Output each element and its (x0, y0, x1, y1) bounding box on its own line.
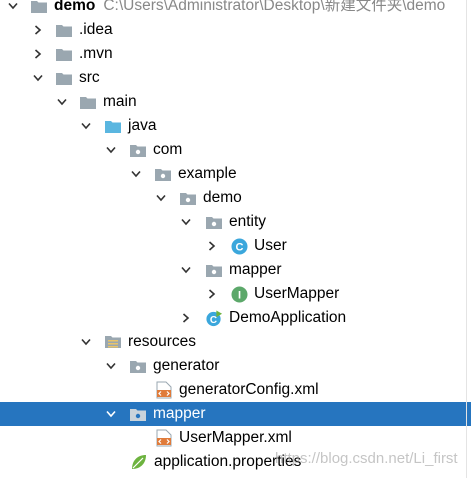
chevron-right-icon[interactable] (31, 42, 45, 66)
tree-label-src: src (79, 69, 100, 86)
tree-label-example: example (178, 165, 237, 182)
tree-row-user-mapper[interactable]: I UserMapper (0, 282, 471, 306)
chevron-down-icon[interactable] (55, 90, 69, 114)
tree-row-demo-package[interactable]: demo (0, 186, 471, 210)
folder-icon (55, 45, 73, 63)
spring-leaf-icon (130, 453, 148, 471)
tree-row-com[interactable]: com (0, 138, 471, 162)
xml-file-icon (155, 429, 173, 447)
source-folder-icon (104, 117, 122, 135)
chevron-down-icon[interactable] (154, 186, 168, 210)
xml-file-icon (155, 381, 173, 399)
tree-row-idea[interactable]: .idea (0, 18, 471, 42)
tree-row-resources[interactable]: resources (0, 330, 471, 354)
tree-label-generator: generator (153, 357, 220, 374)
project-name: demo (54, 0, 96, 14)
package-icon (129, 405, 147, 423)
class-icon: C (230, 237, 248, 255)
chevron-right-icon[interactable] (205, 234, 219, 258)
tree-label-generator-config: generatorConfig.xml (179, 381, 319, 398)
chevron-right-icon[interactable] (205, 282, 219, 306)
svg-text:C: C (235, 241, 243, 253)
tree-label-main: main (103, 93, 137, 110)
chevron-down-icon[interactable] (79, 330, 93, 354)
tree-row-example[interactable]: example (0, 162, 471, 186)
tree-row-demo[interactable]: demo C:\Users\Administrator\Desktop\新建文件夹… (0, 0, 471, 18)
tree-row-main[interactable]: main (0, 90, 471, 114)
spring-boot-class-icon: C (205, 309, 223, 327)
chevron-right-icon[interactable] (179, 306, 193, 330)
tree-label-user: User (254, 237, 287, 254)
svg-text:I: I (237, 289, 240, 301)
tree-row-generator-config[interactable]: generatorConfig.xml (0, 378, 471, 402)
panel-divider (466, 0, 467, 478)
tree-label-user-mapper-xml: UserMapper.xml (179, 429, 292, 446)
tree-row-mapper-package[interactable]: mapper (0, 258, 471, 282)
tree-row-mvn[interactable]: .mvn (0, 42, 471, 66)
svg-text:C: C (210, 314, 217, 325)
tree-label-demo-application: DemoApplication (229, 309, 347, 326)
tree-row-entity[interactable]: entity (0, 210, 471, 234)
package-icon (129, 357, 147, 375)
package-icon (129, 141, 147, 159)
tree-row-java[interactable]: java (0, 114, 471, 138)
tree-label-demo-package: demo (203, 189, 242, 206)
chevron-down-icon[interactable] (129, 162, 143, 186)
tree-row-mapper-resources[interactable]: mapper (0, 402, 471, 426)
tree-row-generator[interactable]: generator (0, 354, 471, 378)
chevron-down-icon[interactable] (179, 210, 193, 234)
tree-label-mapper-resources: mapper (153, 405, 206, 422)
tree-label-mvn: .mvn (79, 45, 113, 62)
folder-icon (55, 69, 73, 87)
chevron-down-icon[interactable] (104, 138, 118, 162)
package-icon (179, 189, 197, 207)
tree-label-resources: resources (128, 333, 197, 350)
tree-label-com: com (153, 141, 183, 158)
tree-label-entity: entity (229, 213, 267, 230)
tree-label-mapper-package: mapper (229, 261, 282, 278)
tree-row-user[interactable]: C User (0, 234, 471, 258)
tree-label-idea: .idea (79, 21, 113, 38)
chevron-down-icon[interactable] (79, 114, 93, 138)
folder-icon (79, 93, 97, 111)
folder-icon (30, 0, 48, 15)
chevron-down-icon[interactable] (179, 258, 193, 282)
tree-label-java: java (128, 117, 157, 134)
tree-row-user-mapper-xml[interactable]: UserMapper.xml (0, 426, 471, 450)
chevron-down-icon[interactable] (6, 0, 20, 18)
package-icon (205, 213, 223, 231)
tree-label-user-mapper: UserMapper (254, 285, 340, 302)
tree-label-demo: demo C:\Users\Administrator\Desktop\新建文件夹… (54, 0, 445, 15)
package-icon (205, 261, 223, 279)
folder-icon (55, 21, 73, 39)
watermark: https://blog.csdn.net/Li_first (275, 450, 458, 467)
chevron-down-icon[interactable] (104, 402, 118, 426)
tree-row-src[interactable]: src (0, 66, 471, 90)
resources-folder-icon (104, 333, 122, 351)
project-path: C:\Users\Administrator\Desktop\新建文件夹\dem… (103, 0, 446, 14)
chevron-down-icon[interactable] (104, 354, 118, 378)
project-tree: demo C:\Users\Administrator\Desktop\新建文件夹… (0, 0, 471, 478)
chevron-right-icon[interactable] (31, 18, 45, 42)
chevron-down-icon[interactable] (31, 66, 45, 90)
tree-row-demo-application[interactable]: C DemoApplication (0, 306, 471, 330)
package-icon (154, 165, 172, 183)
interface-icon: I (230, 285, 248, 303)
